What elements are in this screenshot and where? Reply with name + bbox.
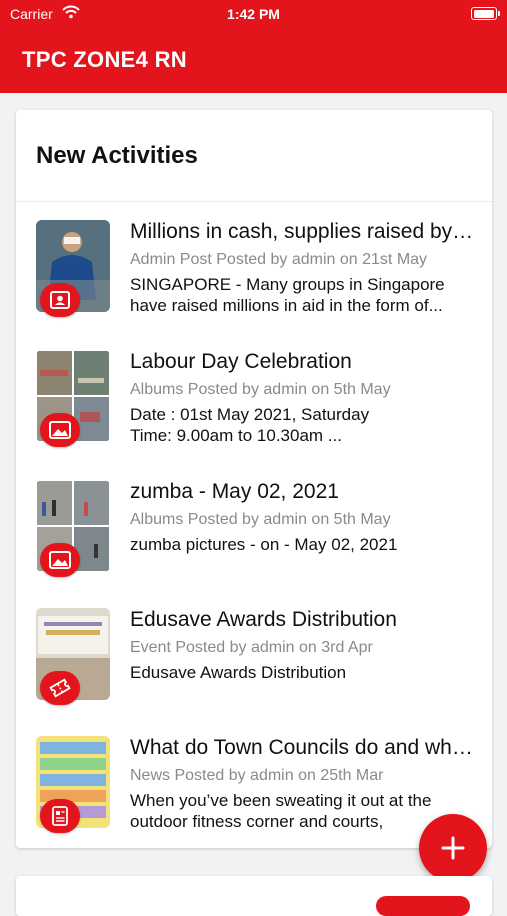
activity-title: zumba - May 02, 2021 [130,480,339,503]
activity-meta: Admin Post Posted by admin on 21st May [130,251,428,268]
activity-description: When you’ve been sweating it out at the … [130,790,476,832]
image-icon [40,543,80,577]
app-header: Carrier 1:42 PM TPC ZONE4 RN [0,0,507,93]
new-activities-card: New Activities Millions in cash, supplie… [16,110,492,848]
ticket-icon [40,671,80,705]
add-button[interactable] [419,814,487,882]
description-line: SINGAPORE - Many groups in Singapore [130,275,445,294]
activity-description: zumba pictures - on - May 02, 2021 [130,534,476,555]
battery-icon [471,7,500,20]
news-icon [40,799,80,833]
activity-meta: Albums Posted by admin on 5th May [130,381,391,398]
activity-title: Edusave Awards Distribution [130,608,397,631]
activity-title: Labour Day Celebration [130,350,352,373]
activity-item[interactable]: Edusave Awards Distribution Event Posted… [16,608,492,718]
next-section-card [16,876,492,916]
activity-description: Edusave Awards Distribution [130,662,476,683]
divider [16,201,492,202]
image-icon [40,413,80,447]
activity-description: Date : 01st May 2021, Saturday Time: 9.0… [130,404,476,446]
activity-item[interactable]: zumba - May 02, 2021 Albums Posted by ad… [16,480,492,590]
status-time: 1:42 PM [227,6,280,22]
activity-meta: News Posted by admin on 25th Mar [130,767,384,784]
status-bar: Carrier 1:42 PM [0,0,507,28]
section-heading: New Activities [36,142,198,169]
activity-description: SINGAPORE - Many groups in Singapore hav… [130,274,476,316]
description-line: Edusave Awards Distribution [130,663,347,682]
activity-meta: Albums Posted by admin on 5th May [130,511,391,528]
person-card-icon [40,283,80,317]
description-line: have raised millions in aid in the form … [130,296,443,315]
description-line: zumba pictures - on - May 02, 2021 [130,535,398,554]
plus-icon [441,836,465,860]
activity-title: Millions in cash, supplies raised by Sin… [130,220,476,243]
activity-item[interactable]: What do Town Councils do and what... New… [16,736,492,846]
activity-item[interactable]: Millions in cash, supplies raised by Sin… [16,220,492,330]
description-line: Time: 9.00am to 10.30am ... [130,426,342,445]
description-line: When you’ve been sweating it out at the [130,791,432,810]
activity-item[interactable]: Labour Day Celebration Albums Posted by … [16,350,492,460]
description-line: Date : 01st May 2021, Saturday [130,405,370,424]
app-title: TPC ZONE4 RN [22,47,187,72]
activity-meta: Event Posted by admin on 3rd Apr [130,639,373,656]
section-action-button[interactable] [376,896,470,916]
activity-title: What do Town Councils do and what... [130,736,476,759]
